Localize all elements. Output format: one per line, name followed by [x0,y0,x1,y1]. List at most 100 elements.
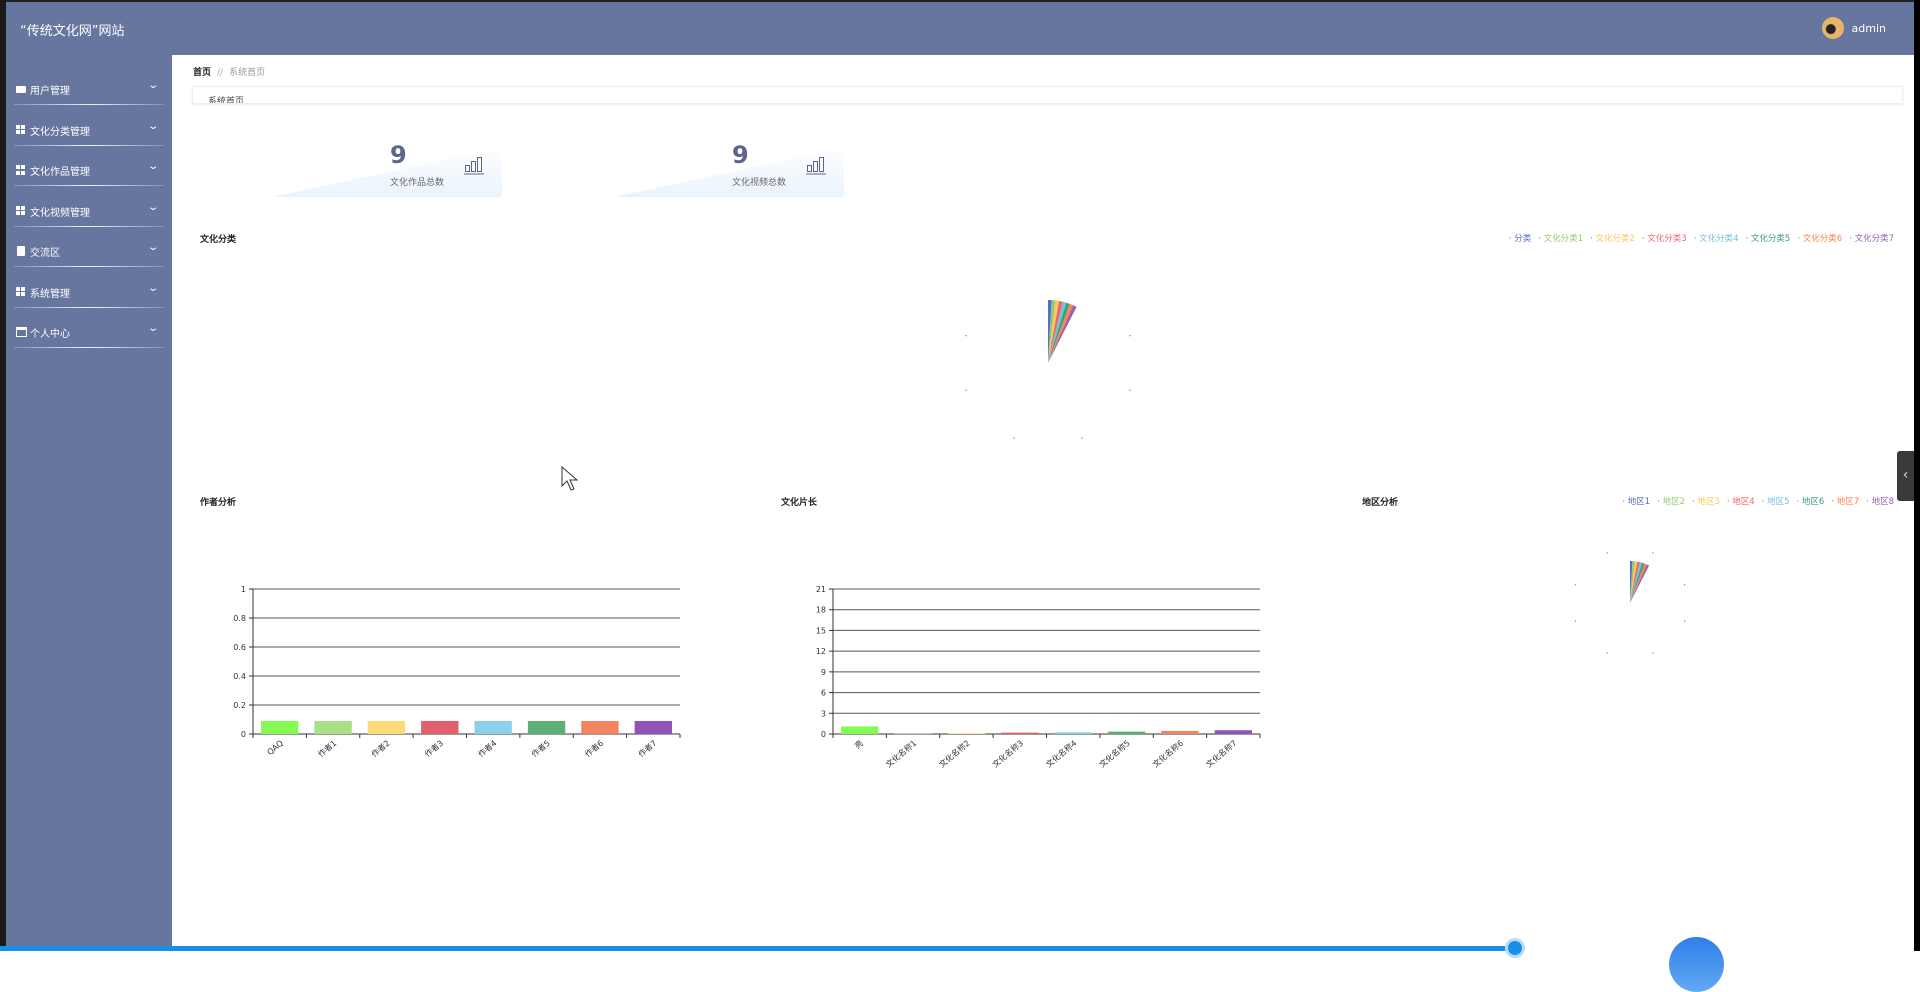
y-tick-label: 0.6 [233,643,246,652]
bar[interactable] [635,721,672,734]
bar-chart-icon [806,155,826,175]
chevron-down-icon: ⌄ [147,242,159,253]
username[interactable]: admin [1852,22,1886,35]
grid-icon [16,125,26,135]
bar[interactable] [1215,730,1252,734]
chevron-left-icon: ‹ [1903,467,1909,483]
x-tick-label: 文化名称5 [1097,738,1132,770]
tab-home[interactable]: 系统首页 [208,94,244,104]
avatar[interactable] [1822,17,1844,39]
legend-item[interactable]: 地区7 [1831,495,1859,507]
x-tick-label: 文化名称2 [937,738,972,770]
main-content: 首页//系统首页 系统首页 9 文化作品总数 9 文化视频总数 文化分类 分类文… [172,55,1914,951]
x-tick-label: 文化名称3 [990,738,1025,770]
label-dot [1129,390,1130,391]
wallet-icon [16,327,27,337]
sidebar-item-5[interactable]: 交流区⌄ [6,239,172,279]
legend-item[interactable]: 文化分类2 [1590,232,1635,244]
legend-item[interactable]: 分类 [1509,232,1531,244]
legend-item[interactable]: 文化分类1 [1538,232,1583,244]
y-tick-label: 18 [816,606,826,615]
floating-action-button[interactable] [1669,937,1724,992]
legend-item[interactable]: 地区6 [1797,495,1825,507]
bar[interactable] [314,721,351,734]
breadcrumb-separator: // [217,68,223,78]
clipboard-icon [17,246,25,256]
bar[interactable] [581,721,618,734]
pie-chart-category [948,295,1148,445]
sidebar-item-6[interactable]: 系统管理⌄ [6,280,172,320]
x-tick-label: 文化名称6 [1150,738,1185,770]
chevron-down-icon: ⌄ [147,283,159,294]
sidebar-item-7[interactable]: 个人中心⌄ [6,320,172,360]
progress-bar [0,946,1515,951]
x-tick-label: 文化名称7 [1204,738,1239,770]
x-tick-label: 作者2 [369,738,392,759]
sidebar-item-4[interactable]: 文化视频管理⌄ [6,199,172,239]
divider [14,185,164,186]
x-tick-label: 作者4 [476,738,499,759]
y-tick-label: 15 [816,626,826,635]
bar[interactable] [1161,731,1198,734]
x-tick-label: 作者7 [636,738,659,759]
legend-item[interactable]: 地区2 [1657,495,1685,507]
bar[interactable] [1001,733,1038,734]
legend-item[interactable]: 地区1 [1622,495,1650,507]
bar[interactable] [1108,732,1145,734]
bar[interactable] [841,726,878,734]
bar[interactable] [528,721,565,734]
legend-item[interactable]: 文化分类3 [1642,232,1687,244]
label-dot [1575,584,1576,585]
chart-title-category: 文化分类 [200,232,236,245]
divider [14,307,164,308]
chart-title-author: 作者分析 [200,495,236,508]
divider [14,104,164,105]
y-tick-label: 21 [816,585,826,594]
sidebar-item-label: 文化作品管理 [30,163,90,178]
bar-chart-author: 00.20.40.60.81QAQ作者1作者2作者3作者4作者5作者6作者7 [192,520,692,780]
y-tick-label: 0.2 [233,701,246,710]
progress-handle[interactable] [1508,941,1522,955]
side-panel-toggle[interactable]: ‹ [1897,451,1914,501]
bar[interactable] [261,721,298,734]
x-tick-label: 文化名称4 [1044,738,1079,770]
divider [14,226,164,227]
bar[interactable] [948,733,985,734]
chart-title-region: 地区分析 [1362,495,1398,508]
bar-chart-length: 036912151821亮文化名称1文化名称2文化名称3文化名称4文化名称5文化… [772,520,1272,780]
tab-bar: 系统首页 [192,86,1903,104]
legend-item[interactable]: 地区8 [1866,495,1894,507]
sidebar-item-1[interactable]: 用户管理⌄ [6,77,172,117]
divider [14,266,164,267]
bar[interactable] [475,721,512,734]
bar[interactable] [421,721,458,734]
mouse-cursor-icon [561,466,581,494]
legend-item[interactable]: 文化分类6 [1797,232,1842,244]
user-menu[interactable]: admin [1822,17,1886,39]
legend-item[interactable]: 地区5 [1762,495,1790,507]
sidebar-item-label: 文化分类管理 [30,123,90,138]
breadcrumb-home[interactable]: 首页 [193,68,211,78]
legend-item[interactable]: 文化分类7 [1849,232,1894,244]
chart-title-length: 文化片长 [781,495,817,508]
chevron-down-icon: ⌄ [147,202,159,213]
y-tick-label: 0.4 [233,672,246,681]
legend-item[interactable]: 地区3 [1692,495,1720,507]
sidebar-item-label: 用户管理 [30,82,70,97]
sidebar-item-3[interactable]: 文化作品管理⌄ [6,158,172,198]
x-tick-label: 文化名称1 [884,738,919,770]
sidebar-item-label: 个人中心 [30,325,70,340]
legend-item[interactable]: 文化分类5 [1746,232,1791,244]
stat-value: 9 [732,141,749,169]
grid-icon [16,206,26,216]
label-dot [1684,584,1685,585]
stat-label: 文化视频总数 [732,175,786,188]
bar[interactable] [368,721,405,734]
legend-item[interactable]: 文化分类4 [1694,232,1739,244]
bar[interactable] [1055,732,1092,734]
legend-item[interactable]: 地区4 [1727,495,1755,507]
label-dot [965,390,966,391]
sidebar-item-2[interactable]: 文化分类管理⌄ [6,118,172,158]
label-dot [1652,652,1653,653]
y-tick-label: 0.8 [233,614,246,623]
